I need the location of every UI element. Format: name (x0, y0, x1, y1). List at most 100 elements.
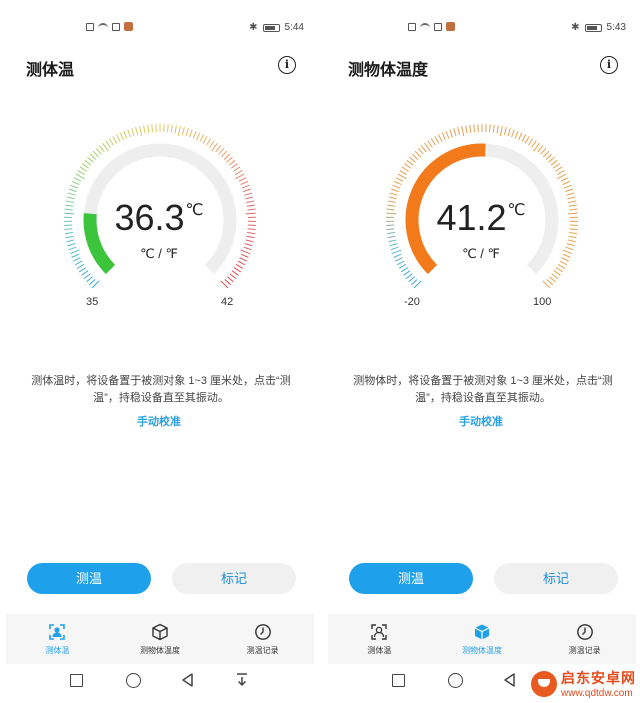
nav-item-object-temperature[interactable]: 测物体温度 (431, 614, 534, 664)
gauge-tick (70, 184, 79, 189)
gauge-tick (562, 180, 571, 186)
gauge-tick (218, 148, 225, 155)
gauge-tick (410, 279, 418, 286)
gauge-tick (98, 145, 105, 153)
gauge-tick (409, 156, 416, 163)
gauge-tick (139, 126, 143, 137)
gauge-tick (68, 188, 77, 193)
gauge-tick (147, 124, 150, 133)
gauge-tick (563, 184, 572, 189)
gauge-tick (389, 192, 398, 196)
gauge-tick (557, 173, 567, 180)
wifi-icon (98, 23, 108, 30)
gauge-tick (406, 159, 414, 166)
battery-icon (262, 23, 280, 32)
gauge-tick (427, 140, 433, 148)
gauge-tick (189, 129, 193, 138)
gauge-tick (220, 150, 228, 158)
gauge-tick (67, 192, 76, 196)
gauge-tick (531, 140, 537, 148)
mark-button[interactable]: 标记 (172, 563, 296, 594)
notification-pull-icon[interactable] (234, 672, 250, 688)
gauge-tick (551, 273, 559, 280)
gauge-tick (518, 132, 523, 141)
gauge-tick (441, 132, 446, 141)
gauge-tick (199, 134, 205, 142)
gauge-tick (445, 130, 450, 139)
system-nav (0, 670, 318, 692)
gauge-tick (238, 177, 247, 182)
home-circle-icon[interactable] (448, 673, 463, 688)
gauge-tick (131, 128, 135, 137)
nav-label: 测物体温度 (462, 646, 502, 655)
gauge-tick (66, 239, 75, 243)
gauge-tick (143, 125, 146, 134)
gauge-tick (76, 263, 85, 269)
bottom-nav: 测体温 测物体温度 测温记录 (328, 614, 636, 664)
gauge-tick (243, 188, 252, 193)
back-triangle-icon[interactable] (180, 672, 196, 688)
nav-item-records[interactable]: 测温记录 (211, 614, 314, 664)
gauge-tick (434, 136, 440, 144)
gauge-tick (229, 273, 237, 280)
measure-button[interactable]: 测温 (349, 563, 473, 594)
sim-icon (86, 22, 94, 31)
gauge-tick (151, 124, 153, 133)
gauge-tick (181, 127, 185, 136)
manual-calibration-link[interactable]: 手动校准 (322, 413, 640, 429)
unit-toggle[interactable]: ℃ / ℉ (0, 246, 318, 262)
gauge-tick (82, 163, 90, 169)
gauge-tick (567, 239, 576, 243)
page-title: 测物体温度 (348, 62, 429, 79)
status-bar: ✱ 5:44 (0, 20, 318, 38)
nav-item-body-temperature[interactable]: 测体温 (6, 614, 109, 664)
gauge-tick (75, 173, 85, 180)
gauge-tick (400, 267, 409, 273)
recents-square-icon[interactable] (70, 674, 83, 687)
gauge-tick (78, 267, 87, 273)
gauge-tick (231, 270, 239, 276)
gauge-tick (546, 279, 554, 286)
gauge-tick (83, 273, 91, 280)
unit-toggle[interactable]: ℃ / ℉ (322, 246, 640, 262)
gauge-tick (119, 132, 124, 141)
back-triangle-icon[interactable] (502, 672, 518, 688)
gauge-tick (461, 126, 465, 137)
wifi-icon (420, 23, 430, 30)
gauge-tick (453, 128, 457, 137)
home-circle-icon[interactable] (126, 673, 141, 688)
measure-button[interactable]: 测温 (27, 563, 151, 594)
gauge-tick (565, 188, 574, 193)
app-notification-icon (124, 22, 133, 31)
gauge-tick (549, 276, 556, 283)
gauge-tick (555, 267, 564, 273)
gauge-tick (524, 136, 530, 144)
nav-label: 测温记录 (246, 646, 279, 655)
gauge-tick (244, 192, 253, 196)
info-icon[interactable]: i (278, 56, 296, 74)
nav-item-records[interactable]: 测温记录 (533, 614, 636, 664)
manual-calibration-link[interactable]: 手动校准 (0, 413, 318, 429)
gauge-tick (228, 159, 236, 166)
nav-item-object-temperature[interactable]: 测物体温度 (109, 614, 212, 664)
mark-button[interactable]: 标记 (494, 563, 618, 594)
gauge-tick (192, 130, 197, 139)
gauge-tick (241, 184, 250, 189)
battery-icon (584, 23, 602, 32)
info-icon[interactable]: i (600, 56, 618, 74)
recents-square-icon[interactable] (392, 674, 405, 687)
gauge-tick (465, 125, 468, 134)
gauge-tick (528, 138, 534, 146)
gauge-tick (86, 276, 93, 283)
gauge-tick (392, 184, 401, 189)
gauge-tick (235, 173, 245, 180)
gauge-tick (388, 239, 397, 243)
notification-icon (434, 22, 442, 31)
range-max-label: 100 (533, 296, 552, 308)
gauge-tick (226, 156, 233, 163)
nav-label: 测体温 (367, 646, 392, 655)
sim-icon (408, 22, 416, 31)
nav-item-body-temperature[interactable]: 测体温 (328, 614, 431, 664)
gauge-tick (230, 163, 238, 169)
notification-icon (112, 22, 120, 31)
